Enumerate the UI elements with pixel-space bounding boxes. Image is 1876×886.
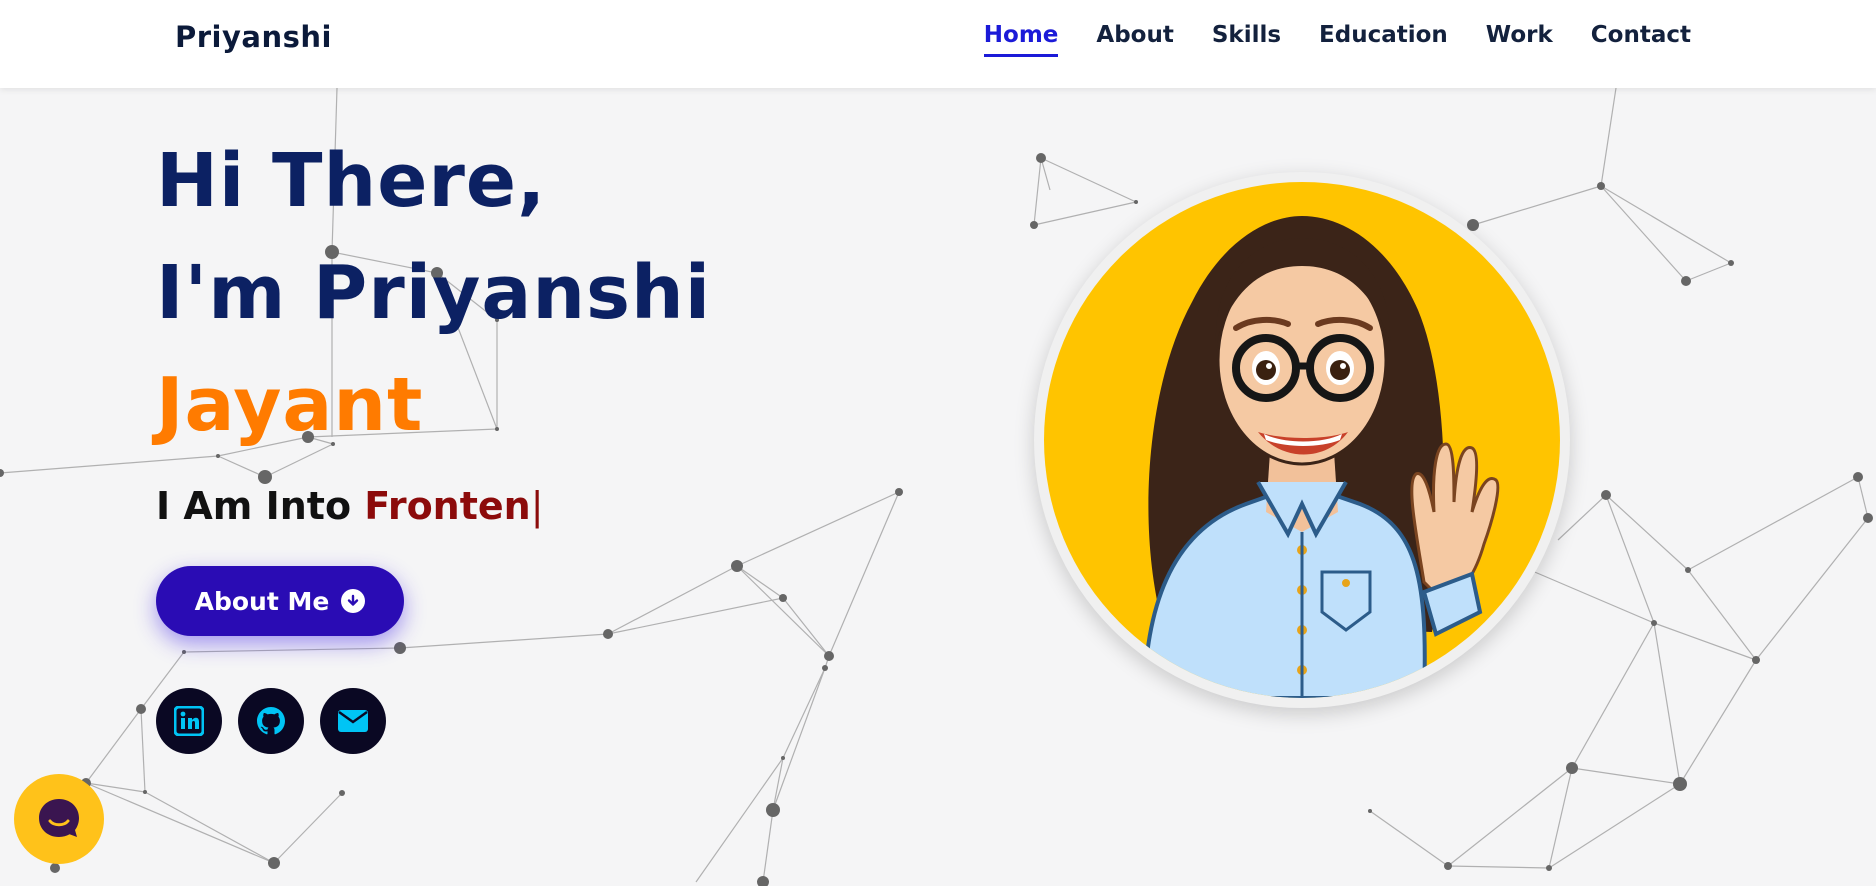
nav-about[interactable]: About: [1096, 22, 1173, 57]
nav-education[interactable]: Education: [1319, 22, 1448, 57]
about-me-label: About Me: [194, 586, 330, 616]
hero-surname: Jayant: [156, 362, 424, 448]
about-me-button[interactable]: About Me: [156, 566, 404, 636]
main-nav: Home About Skills Education Work Contact: [983, 22, 1691, 57]
avatar: [1044, 182, 1560, 698]
linkedin-link[interactable]: [156, 688, 222, 754]
avatar-frame: [1034, 172, 1570, 708]
nav-skills[interactable]: Skills: [1212, 22, 1281, 57]
arrow-down-circle-icon: [341, 589, 366, 613]
typing-tagline: I Am Into Fronten|: [156, 484, 544, 528]
nav-work[interactable]: Work: [1486, 22, 1553, 57]
hero-intro: I'm Priyanshi: [156, 250, 712, 336]
linkedin-icon: [174, 706, 204, 736]
brand-logo[interactable]: Priyanshi: [175, 20, 332, 54]
typing-prefix: I Am Into: [156, 484, 365, 528]
cartoon-girl-avatar-icon: [1141, 216, 1500, 698]
chat-widget-button[interactable]: [14, 774, 104, 864]
nav-home[interactable]: Home: [983, 22, 1059, 57]
social-links: [156, 688, 386, 754]
mail-icon: [338, 710, 368, 732]
email-link[interactable]: [320, 688, 386, 754]
chat-icon: [39, 799, 79, 837]
github-icon: [257, 707, 285, 735]
github-link[interactable]: [238, 688, 304, 754]
site-header: Priyanshi Home About Skills Education Wo…: [0, 0, 1876, 88]
hero-greeting: Hi There,: [156, 138, 547, 224]
typed-text: Fronten: [364, 484, 531, 528]
typing-cursor: |: [530, 484, 544, 528]
nav-contact[interactable]: Contact: [1591, 22, 1691, 57]
